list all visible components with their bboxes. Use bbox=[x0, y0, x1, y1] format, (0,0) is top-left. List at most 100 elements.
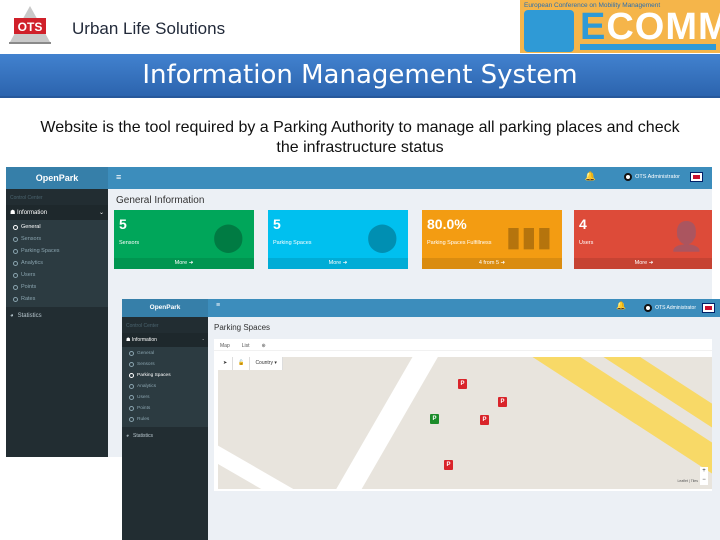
ecomm-rest: COMM bbox=[606, 6, 720, 48]
more-link[interactable]: More ➜ bbox=[268, 258, 408, 269]
map-view[interactable]: ➤ 🔓 Country ▾ P P P P P Leaflet | Tiles … bbox=[218, 357, 712, 489]
box-value: 5 bbox=[273, 216, 281, 232]
more-link[interactable]: 4 from 5 ➜ bbox=[422, 258, 562, 269]
section-label: Control Center bbox=[126, 323, 159, 329]
user-name: OTS Administrator bbox=[635, 174, 680, 180]
item-label: Parking Spaces bbox=[21, 248, 60, 254]
sidebar-item-sensors[interactable]: Sensors bbox=[6, 233, 108, 245]
circle-icon bbox=[13, 284, 18, 290]
circle-icon bbox=[129, 384, 134, 389]
pie-chart-icon: ◕ bbox=[10, 313, 14, 319]
sidebar-item-statistics[interactable]: ◕ Statistics bbox=[122, 427, 208, 445]
ecomm-bar bbox=[580, 44, 716, 50]
menu-toggle-icon[interactable]: ≡ bbox=[216, 302, 220, 309]
app-logo[interactable]: OpenPark bbox=[122, 299, 208, 317]
circle-icon bbox=[129, 406, 134, 411]
circle-icon bbox=[13, 248, 18, 254]
sidebar-item-users[interactable]: Users bbox=[6, 269, 108, 281]
item-label: Rules bbox=[137, 417, 150, 422]
info-box-fulfillness: 80.0% Parking Spaces Fulfillness ▮▮▮ 4 f… bbox=[422, 210, 562, 269]
item-label: General bbox=[137, 351, 155, 356]
lock-button[interactable]: 🔓 bbox=[233, 357, 251, 370]
parking-pin-occupied[interactable]: P bbox=[480, 415, 489, 425]
circle-icon bbox=[13, 296, 18, 302]
info-box-parking-spaces: 5 Parking Spaces ⬤ More ➜ bbox=[268, 210, 408, 269]
box-label: Sensors bbox=[119, 240, 140, 246]
sidebar-item-points[interactable]: Points bbox=[122, 403, 208, 414]
top-navbar: ≡ 🔔 OTS Administrator bbox=[108, 167, 712, 189]
box-value: 5 bbox=[119, 216, 127, 232]
more-link[interactable]: More ➜ bbox=[114, 258, 254, 269]
sidebar-submenu: General Sensors Parking Spaces Analytics… bbox=[122, 347, 208, 427]
sidebar-item-parking-spaces[interactable]: Parking Spaces bbox=[6, 245, 108, 257]
page-title: Parking Spaces bbox=[214, 323, 271, 332]
sidebar-item-general[interactable]: General bbox=[122, 348, 208, 359]
group-label: Information bbox=[17, 210, 48, 216]
sidebar-item-rates[interactable]: Rates bbox=[6, 293, 108, 305]
description: Website is the tool required by a Parkin… bbox=[40, 119, 680, 156]
user-menu[interactable]: OTS Administrator bbox=[624, 173, 680, 181]
tab-map[interactable]: Map bbox=[220, 343, 230, 349]
parking-pin-occupied[interactable]: P bbox=[498, 397, 507, 407]
box-label: Parking Spaces bbox=[273, 240, 312, 246]
menu-toggle-icon[interactable]: ≡ bbox=[116, 172, 121, 182]
map-marker-icon: ⬤ bbox=[212, 221, 244, 252]
map-marker-icon: ⬤ bbox=[366, 221, 398, 252]
box-value: 80.0% bbox=[427, 216, 467, 232]
sidebar-group-information[interactable]: ☗ Information - bbox=[122, 333, 208, 347]
sidebar-item-general[interactable]: General bbox=[6, 221, 108, 233]
circle-icon bbox=[129, 351, 134, 356]
circle-icon bbox=[13, 224, 18, 230]
tab-list[interactable]: List bbox=[242, 343, 250, 349]
item-label: Statistics bbox=[17, 313, 42, 319]
country-select[interactable]: Country ▾ bbox=[250, 357, 283, 370]
parking-pin-occupied[interactable]: P bbox=[444, 460, 453, 470]
user-name: OTS Administrator bbox=[655, 305, 696, 311]
bell-icon[interactable]: 🔔 bbox=[616, 301, 626, 310]
zoom-in-button[interactable]: + bbox=[700, 467, 708, 476]
uk-flag-icon[interactable] bbox=[702, 303, 715, 313]
item-label: Points bbox=[137, 406, 151, 411]
sidebar-group-information[interactable]: ☗ Information ⌄ bbox=[6, 205, 108, 220]
zoom-out-button[interactable]: − bbox=[700, 476, 708, 485]
slide-title: Information Management System bbox=[142, 60, 578, 90]
item-label: General bbox=[21, 224, 41, 230]
item-label: Parking Spaces bbox=[137, 373, 171, 378]
slide: OTS Urban Life Solutions European Confer… bbox=[0, 0, 720, 540]
ecomm-logo: European Conference on Mobility Manageme… bbox=[520, 0, 720, 53]
sidebar-item-rules[interactable]: Rules bbox=[122, 414, 208, 425]
sidebar-item-parking-spaces[interactable]: Parking Spaces bbox=[122, 370, 208, 381]
zoom-control: + − bbox=[700, 467, 708, 485]
tab-add[interactable]: ⊕ bbox=[262, 343, 266, 349]
app-logo[interactable]: OpenPark bbox=[6, 167, 108, 189]
user-menu[interactable]: OTS Administrator bbox=[644, 304, 696, 312]
top-navbar: ≡ 🔔 OTS Administrator bbox=[208, 299, 720, 317]
sidebar-item-analytics[interactable]: Analytics bbox=[6, 257, 108, 269]
map-road bbox=[218, 445, 296, 489]
sidebar-item-users[interactable]: Users bbox=[122, 392, 208, 403]
sidebar-item-statistics[interactable]: ◕ Statistics bbox=[6, 307, 108, 325]
item-label: Users bbox=[137, 395, 150, 400]
sidebar-item-points[interactable]: Points bbox=[6, 281, 108, 293]
item-label: Sensors bbox=[21, 236, 42, 242]
circle-icon bbox=[129, 417, 134, 422]
title-bar: Information Management System bbox=[0, 54, 720, 98]
parking-pin-free[interactable]: P bbox=[430, 414, 439, 424]
locate-button[interactable]: ➤ bbox=[218, 357, 234, 370]
sidebar-item-sensors[interactable]: Sensors bbox=[122, 359, 208, 370]
ecomm-wordmark: ECOMM bbox=[580, 6, 720, 49]
info-box-sensors: 5 Sensors ⬤ More ➜ bbox=[114, 210, 254, 269]
bell-icon[interactable]: 🔔 bbox=[585, 171, 596, 182]
view-tabs: Map List ⊕ bbox=[214, 339, 712, 351]
parking-pin-occupied[interactable]: P bbox=[458, 379, 467, 389]
uk-flag-icon[interactable] bbox=[690, 172, 703, 182]
brand-name: Urban Life Solutions bbox=[72, 19, 226, 38]
collapse-icon: - bbox=[202, 337, 204, 343]
more-link[interactable]: More ➜ bbox=[574, 258, 712, 269]
circle-icon bbox=[129, 362, 134, 367]
info-box-users: 4 Users 👤 More ➜ bbox=[574, 210, 712, 269]
page-title: General Information bbox=[116, 195, 205, 206]
circle-icon bbox=[13, 236, 18, 242]
sidebar-item-analytics[interactable]: Analytics bbox=[122, 381, 208, 392]
circle-icon bbox=[129, 373, 134, 378]
